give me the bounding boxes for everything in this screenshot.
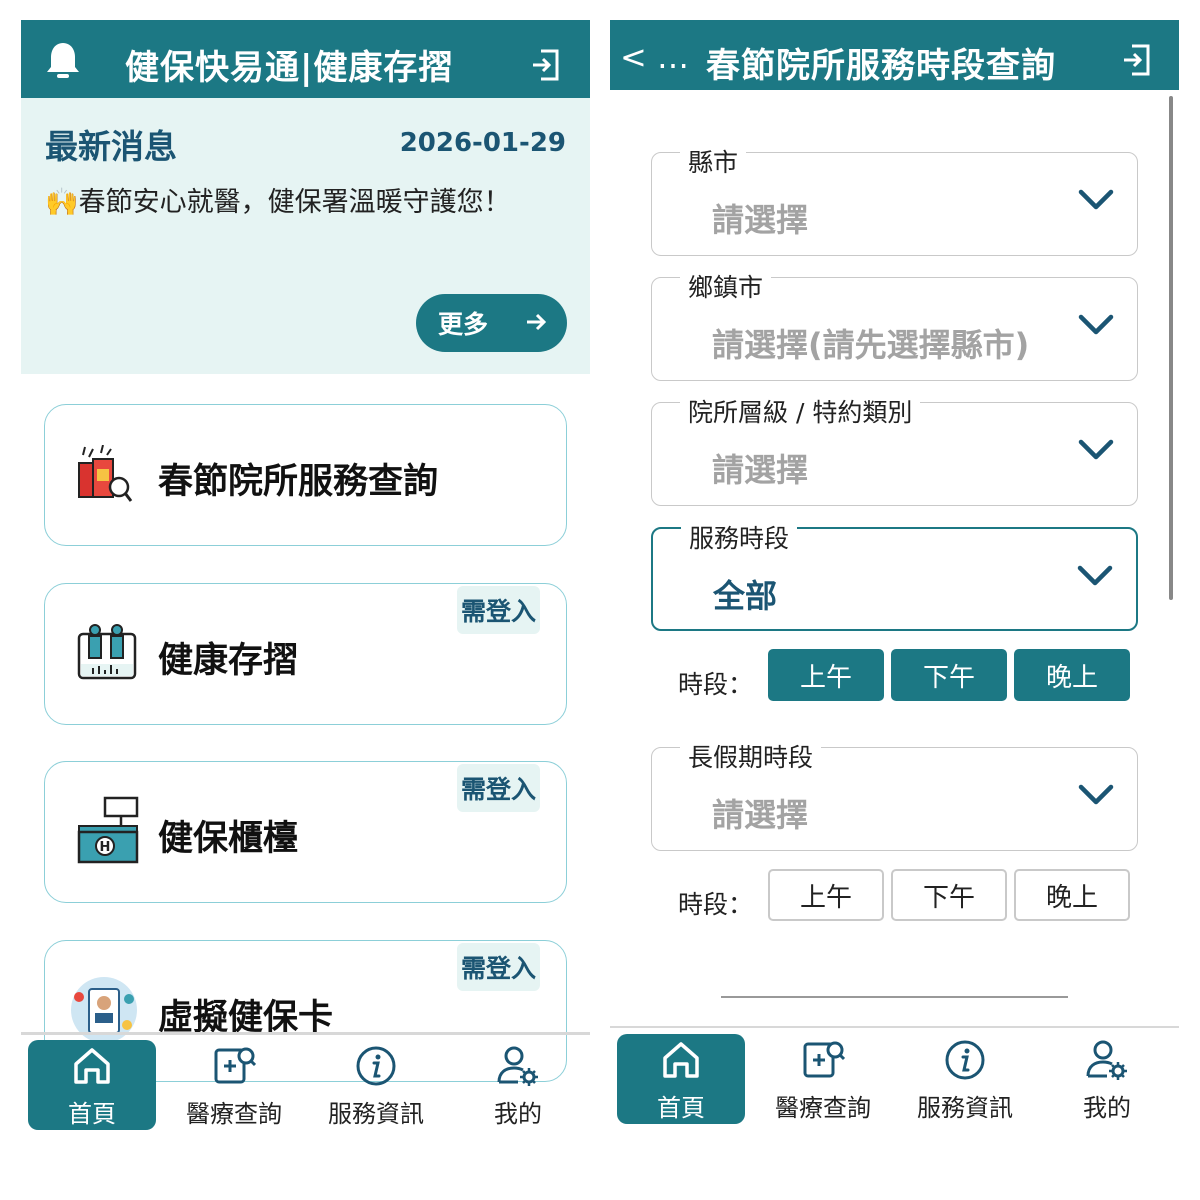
svg-text:H: H [100, 840, 111, 855]
tab-label: 服務資訊 [917, 1094, 1013, 1122]
arrow-right-icon [527, 313, 547, 331]
health-passbook-icon [77, 624, 137, 680]
township-select[interactable]: 鄉鎮市 請選擇(請先選擇縣市) [651, 268, 1138, 381]
holiday-period-select[interactable]: 長假期時段 請選擇 [651, 738, 1138, 851]
period-label: 時段： [678, 890, 754, 919]
tab-home[interactable]: 首頁 [28, 1040, 156, 1130]
app-header: 健保快易通|健康存摺 [21, 20, 590, 98]
field-label: 長假期時段 [680, 738, 822, 774]
holiday-period-toggle-row: 時段： 上午 下午 晚上 [678, 869, 1138, 925]
chevron-down-icon [1078, 784, 1114, 805]
service-period-select[interactable]: 服務時段 全部 [651, 519, 1138, 631]
field-label: 院所層級 / 特約類別 [680, 393, 921, 429]
tab-label: 首頁 [657, 1094, 705, 1122]
login-required-badge: 需登入 [456, 943, 540, 991]
news-text: 春節安心就醫，健保署溫暖守護您！ [78, 187, 511, 218]
login-required-badge: 需登入 [456, 764, 540, 812]
tab-medical-search[interactable]: 醫療查詢 [170, 1040, 298, 1130]
service-hours-query-screen: < … 春節院所服務時段查詢 縣市 請選擇 鄉鎮市 請選擇(請先選擇縣市) 院所… [610, 20, 1179, 1140]
tab-label: 我的 [1083, 1094, 1131, 1122]
news-body: 🙌春節安心就醫，健保署溫暖守護您！ [45, 180, 525, 226]
counter-icon: H [77, 796, 139, 864]
more-news-button[interactable]: 更多 [416, 294, 567, 352]
info-icon [945, 1040, 985, 1080]
logout-icon[interactable] [1122, 44, 1152, 76]
divider [721, 996, 1068, 998]
tab-bar: 首頁 醫療查詢 服務資訊 我的 [21, 1040, 590, 1136]
bell-icon[interactable] [45, 40, 81, 80]
tab-label: 服務資訊 [328, 1100, 424, 1128]
field-value: 請選擇 [712, 201, 809, 239]
field-value: 請選擇 [712, 451, 809, 489]
field-value: 全部 [713, 577, 778, 615]
period-toggle-row: 時段： 上午 下午 晚上 [678, 649, 1138, 705]
morning-toggle[interactable]: 上午 [768, 869, 884, 921]
chevron-down-icon [1077, 565, 1113, 586]
tabbar-divider [21, 1032, 590, 1035]
field-label: 鄉鎮市 [680, 268, 772, 304]
scrollbar[interactable] [1169, 96, 1173, 600]
medical-search-icon [214, 1047, 256, 1084]
period-label: 時段： [678, 670, 754, 699]
chevron-down-icon [1078, 189, 1114, 210]
new-year-search-icon [78, 445, 133, 502]
user-settings-icon [497, 1046, 538, 1086]
raised-hands-emoji: 🙌 [45, 187, 79, 218]
tab-my[interactable]: 我的 [1043, 1034, 1171, 1124]
hospital-level-select[interactable]: 院所層級 / 特約類別 請選擇 [651, 393, 1138, 506]
chevron-down-icon [1078, 314, 1114, 335]
app-title: 健保快易通|健康存摺 [125, 48, 454, 88]
tab-service-info[interactable]: 服務資訊 [312, 1040, 440, 1130]
home-screen: 健保快易通|健康存摺 最新消息 2026-01-29 🙌春節安心就醫，健保署溫暖… [21, 20, 590, 1140]
medical-search-icon [803, 1041, 845, 1078]
card-nhi-counter[interactable]: 需登入 H 健保櫃檯 [44, 761, 567, 903]
user-settings-icon [1086, 1040, 1127, 1080]
tab-label: 首頁 [68, 1100, 116, 1128]
morning-toggle[interactable]: 上午 [768, 649, 884, 701]
home-icon [74, 1048, 110, 1084]
card-label: 健康存摺 [158, 641, 299, 681]
login-required-badge: 需登入 [456, 586, 540, 634]
tab-label: 醫療查詢 [186, 1100, 282, 1128]
back-button[interactable]: < … [620, 38, 689, 76]
news-date: 2026-01-29 [399, 128, 566, 158]
card-label: 健保櫃檯 [158, 819, 299, 859]
field-value: 請選擇 [712, 796, 809, 834]
field-label: 服務時段 [681, 519, 798, 555]
tab-medical-search[interactable]: 醫療查詢 [759, 1034, 887, 1124]
tabbar-divider [610, 1026, 1179, 1028]
field-value: 請選擇(請先選擇縣市) [712, 326, 1030, 364]
tab-my[interactable]: 我的 [454, 1040, 582, 1130]
card-health-passbook[interactable]: 需登入 健康存摺 [44, 583, 567, 725]
info-icon [356, 1046, 396, 1086]
tab-home[interactable]: 首頁 [617, 1034, 745, 1124]
chevron-down-icon [1078, 439, 1114, 460]
card-new-year-search[interactable]: 春節院所服務查詢 [44, 404, 567, 546]
evening-toggle[interactable]: 晚上 [1014, 869, 1130, 921]
afternoon-toggle[interactable]: 下午 [891, 649, 1007, 701]
tab-label: 醫療查詢 [775, 1094, 871, 1122]
county-select[interactable]: 縣市 請選擇 [651, 143, 1138, 256]
afternoon-toggle[interactable]: 下午 [891, 869, 1007, 921]
field-label: 縣市 [680, 143, 747, 179]
app-header: < … 春節院所服務時段查詢 [610, 20, 1179, 90]
page-title: 春節院所服務時段查詢 [706, 46, 1056, 86]
home-icon [663, 1042, 699, 1078]
tab-bar: 首頁 醫療查詢 服務資訊 我的 [610, 1034, 1179, 1130]
logout-icon[interactable] [531, 49, 561, 81]
news-heading: 最新消息 [45, 127, 177, 166]
card-label: 春節院所服務查詢 [158, 462, 439, 502]
tab-service-info[interactable]: 服務資訊 [901, 1034, 1029, 1124]
tab-label: 我的 [494, 1100, 542, 1128]
news-panel: 最新消息 2026-01-29 🙌春節安心就醫，健保署溫暖守護您！ 更多 [21, 98, 590, 374]
more-label: 更多 [438, 311, 489, 339]
evening-toggle[interactable]: 晚上 [1014, 649, 1130, 701]
